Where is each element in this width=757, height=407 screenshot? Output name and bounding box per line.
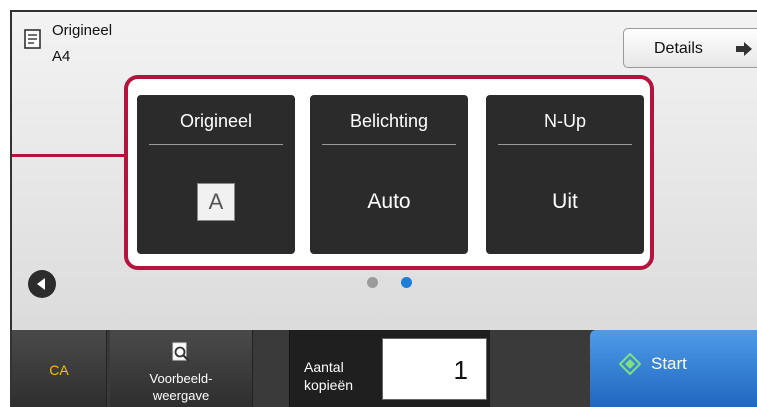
preview-button[interactable]: Voorbeeld- weergave (110, 330, 253, 407)
tile-divider (149, 144, 283, 145)
tile-value: Uit (552, 190, 578, 213)
tile-value: Auto (367, 190, 411, 213)
copies-value: 1 (453, 355, 468, 385)
tile-original[interactable]: Origineel A (137, 95, 295, 254)
start-button[interactable]: Start (590, 330, 757, 407)
tile-title: Origineel (179, 111, 253, 131)
preview-label: Voorbeeld- weergave (149, 371, 213, 403)
page-indicator-dot-1[interactable] (367, 277, 378, 288)
details-label: Details (654, 40, 703, 57)
tile-n-up[interactable]: N-Up Uit (486, 95, 644, 254)
details-button[interactable]: Details (623, 28, 757, 68)
bottom-bar: CA Voorbeeld- weergave Aantal kopieën 1 … (12, 330, 757, 407)
preview-icon (172, 342, 190, 362)
callout-line (12, 154, 136, 157)
copies-label: Aantal kopieën (304, 359, 354, 393)
triangle-left-icon (37, 278, 45, 290)
ca-label: CA (49, 362, 69, 378)
document-list-icon (24, 29, 41, 49)
original-size: A4 (52, 48, 71, 65)
start-diamond-icon (619, 353, 641, 375)
start-label: Start (651, 354, 687, 373)
original-a-icon: A (197, 183, 235, 221)
tile-divider (322, 144, 456, 145)
tile-title: Belichting (349, 111, 429, 131)
tile-divider (498, 144, 632, 145)
original-label: Origineel (52, 22, 113, 39)
tile-exposure[interactable]: Belichting Auto (310, 95, 468, 254)
page-indicator-dot-2-active[interactable] (401, 277, 412, 288)
settings-tiles-frame: Origineel A Belichting Auto N-Up Uit (124, 75, 654, 270)
copies-input[interactable]: 1 (382, 338, 487, 400)
copy-screen: Origineel A4 Details Origineel A Belicht… (10, 10, 757, 407)
previous-page-button[interactable] (28, 270, 56, 298)
copies-panel: Aantal kopieën 1 (289, 330, 490, 407)
ca-button[interactable]: CA (12, 330, 107, 407)
tile-title: N-Up (543, 111, 586, 131)
arrow-right-icon (736, 42, 752, 56)
